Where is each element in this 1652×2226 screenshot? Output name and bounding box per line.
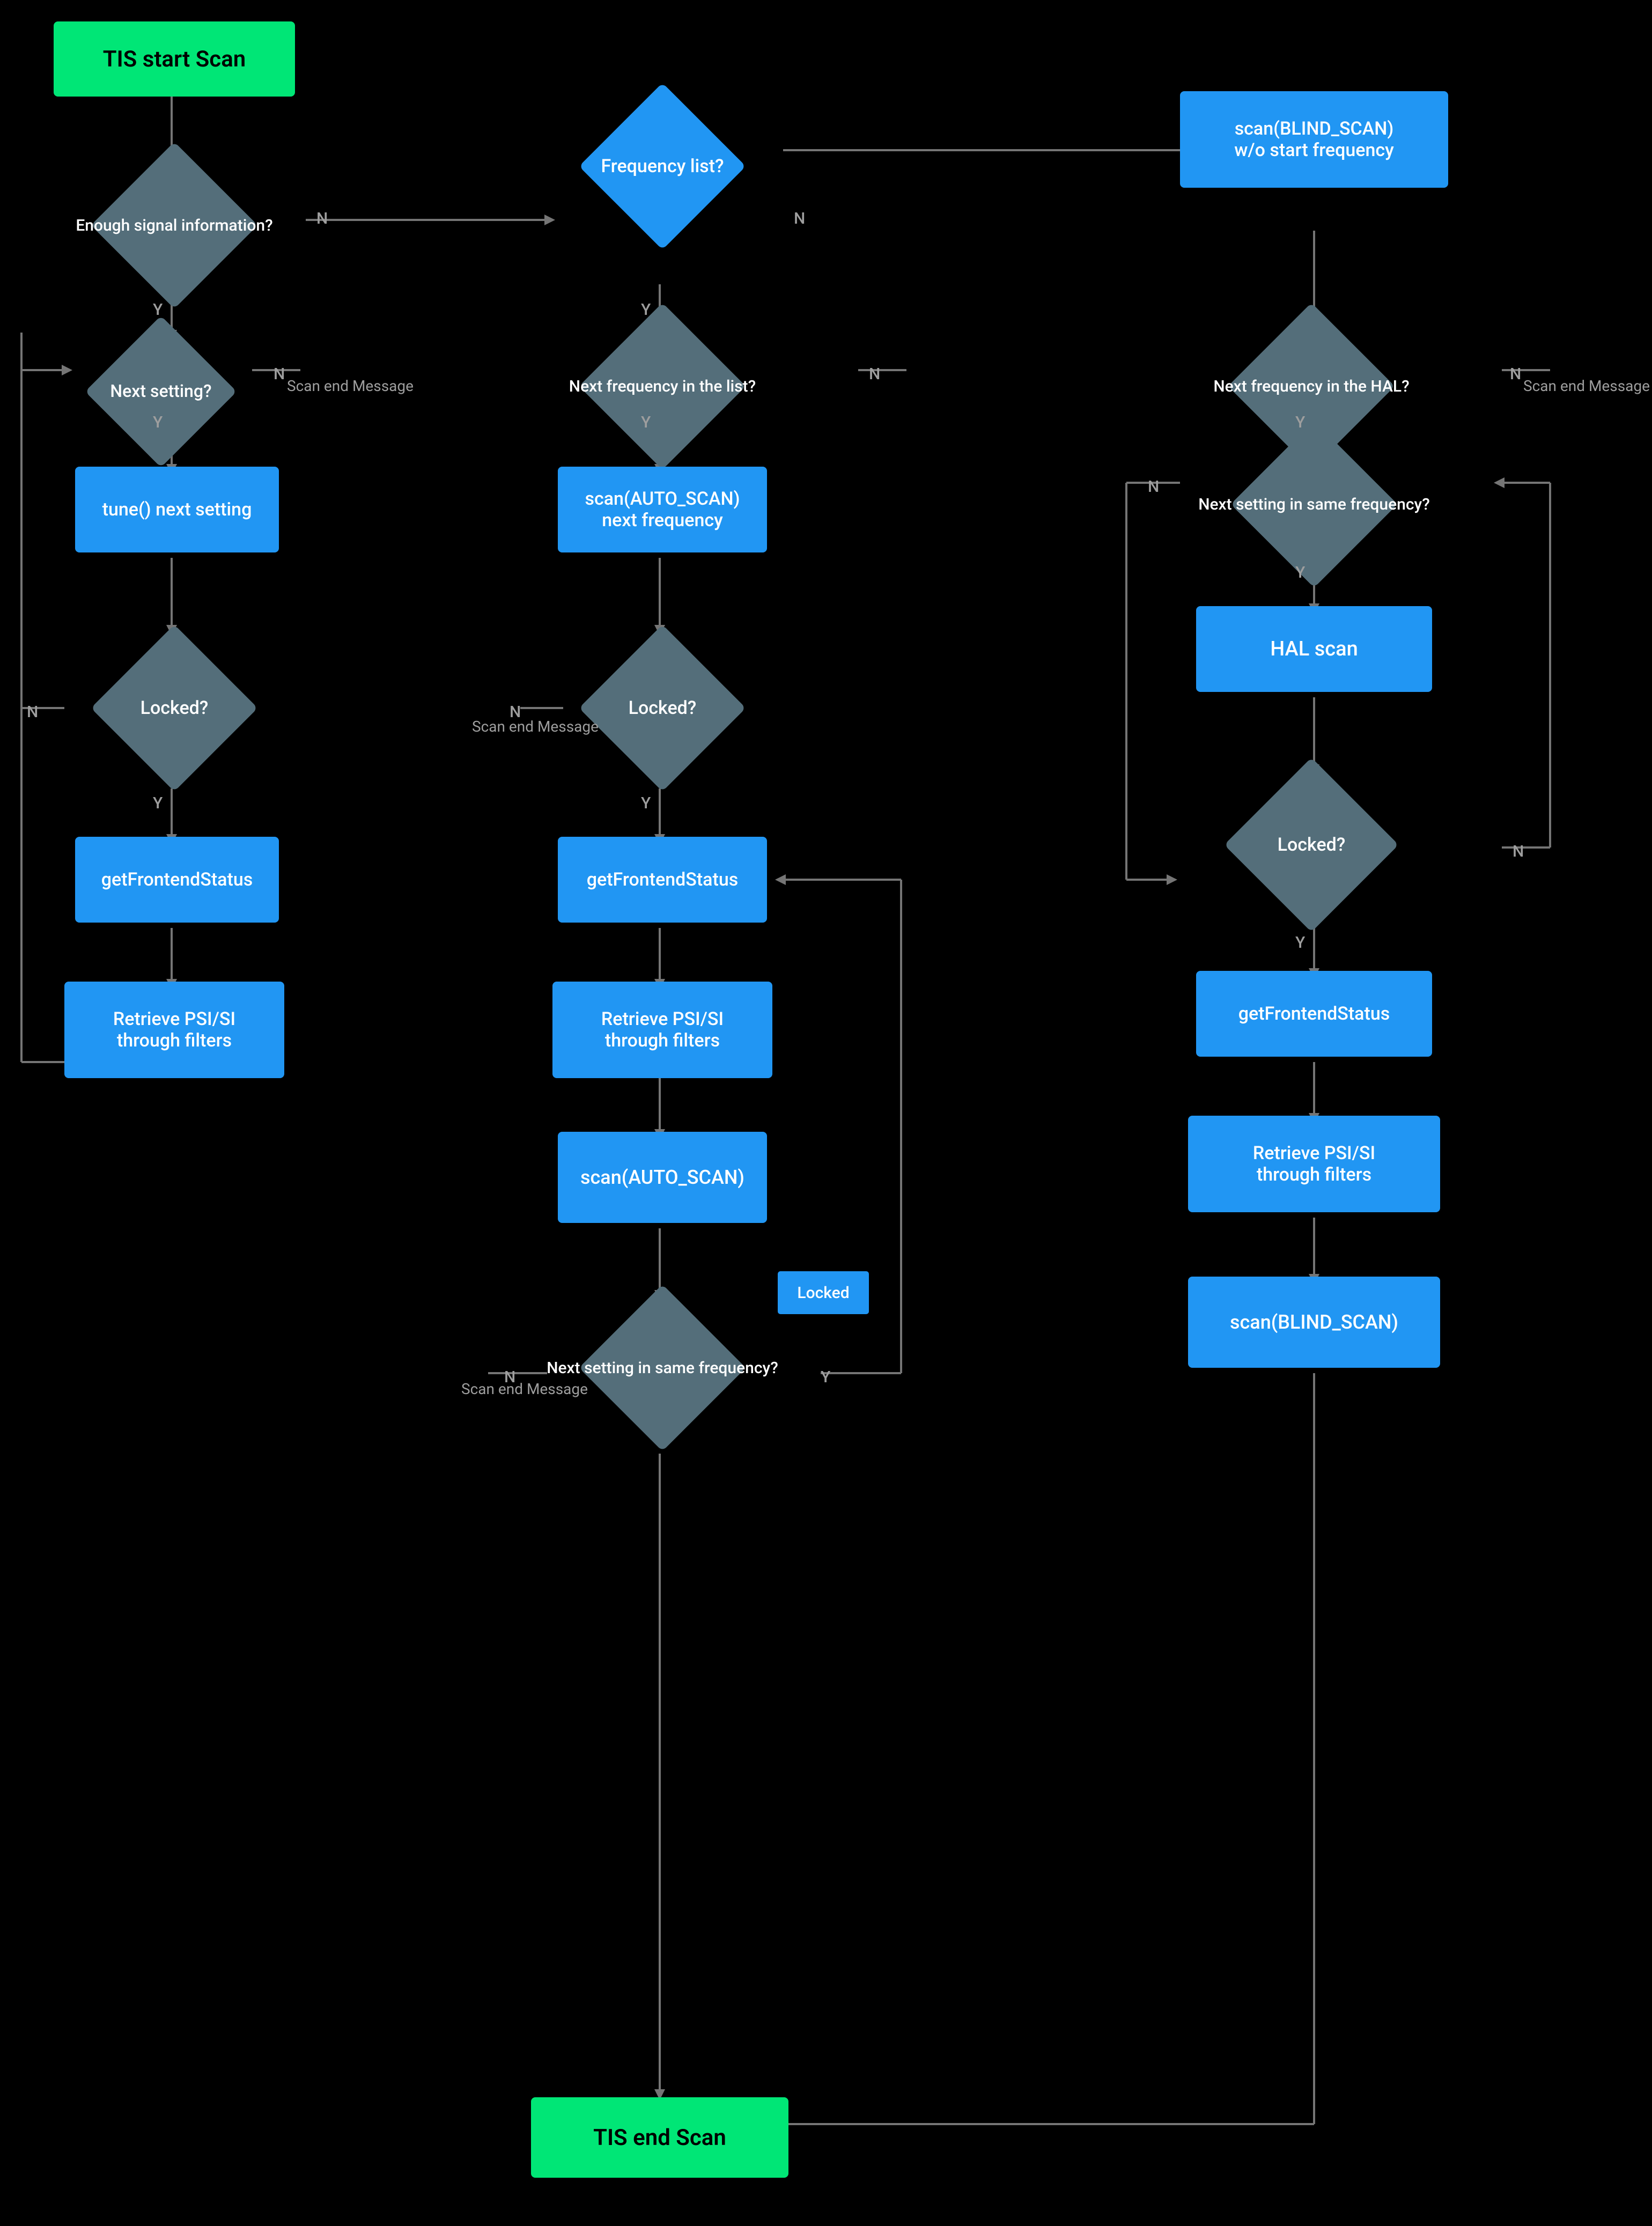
retrieve-psi1-node: Retrieve PSI/SI through filters bbox=[64, 982, 284, 1078]
next-setting-same2-diamond: Next setting in same frequency? bbox=[1191, 434, 1437, 574]
next-freq-hal-n-label: N bbox=[1510, 365, 1521, 384]
enough-signal-diamond: Enough signal information? bbox=[54, 156, 295, 295]
locked3-y-label: Y bbox=[1295, 933, 1305, 952]
freq-list-n-label: N bbox=[794, 209, 805, 228]
next-setting-same2-n-label: N bbox=[1148, 477, 1159, 496]
enough-signal-y-label: Y bbox=[153, 300, 163, 319]
hal-scan-node: HAL scan bbox=[1196, 606, 1432, 692]
frequency-list-diamond: Frequency list? bbox=[542, 91, 783, 241]
get-frontend1-node: getFrontendStatus bbox=[75, 837, 279, 923]
locked1-y-label: Y bbox=[153, 794, 163, 813]
locked3-diamond: Locked? bbox=[1185, 762, 1437, 928]
next-setting-diamond: Next setting? bbox=[54, 327, 268, 456]
locked1-diamond: Locked? bbox=[54, 628, 295, 788]
next-setting-same1-y-label: Y bbox=[821, 1368, 830, 1387]
locked2-y-label: Y bbox=[641, 794, 651, 813]
auto-scan-node: scan(AUTO_SCAN) bbox=[558, 1132, 767, 1223]
locked-badge: Locked bbox=[778, 1271, 869, 1314]
get-frontend3-node: getFrontendStatus bbox=[1196, 971, 1432, 1057]
scan-end-msg-1: Scan end Message bbox=[287, 375, 414, 396]
tune-next-node: tune() next setting bbox=[75, 467, 279, 552]
next-setting-same2-y-label: Y bbox=[1295, 563, 1305, 582]
locked2-diamond: Locked? bbox=[542, 628, 783, 788]
flowchart: TIS start Scan Enough signal information… bbox=[0, 0, 1652, 2226]
next-setting-y-label: Y bbox=[153, 413, 163, 432]
retrieve-psi2-node: Retrieve PSI/SI through filters bbox=[552, 982, 772, 1078]
blind-scan-start-node: scan(BLIND_SCAN) w/o start frequency bbox=[1180, 91, 1448, 188]
blind-scan-node: scan(BLIND_SCAN) bbox=[1188, 1277, 1440, 1368]
next-setting-same1-diamond: Next setting in same frequency? bbox=[542, 1293, 783, 1443]
next-freq-list-y-label: Y bbox=[641, 413, 651, 432]
locked3-n-label: N bbox=[1513, 842, 1524, 861]
auto-scan-next-node: scan(AUTO_SCAN) next frequency bbox=[558, 467, 767, 552]
get-frontend2-node: getFrontendStatus bbox=[558, 837, 767, 923]
next-setting-n-label: N bbox=[274, 365, 285, 384]
retrieve-psi3-node: Retrieve PSI/SI through filters bbox=[1188, 1116, 1440, 1212]
locked1-n-label: N bbox=[27, 703, 38, 721]
scan-end-msg-hal: Scan end Message bbox=[1523, 375, 1650, 396]
next-freq-hal-y-label: Y bbox=[1295, 413, 1305, 432]
start-node: TIS start Scan bbox=[54, 21, 295, 97]
next-freq-list-diamond: Next frequency in the list? bbox=[542, 316, 783, 456]
end-node: TIS end Scan bbox=[531, 2097, 788, 2178]
next-freq-list-n-label: N bbox=[869, 365, 880, 384]
enough-signal-n-label: N bbox=[316, 209, 328, 228]
scan-end-msg-2: Scan end Message bbox=[472, 716, 599, 737]
scan-end-msg-3: Scan end Message bbox=[461, 1379, 588, 1399]
